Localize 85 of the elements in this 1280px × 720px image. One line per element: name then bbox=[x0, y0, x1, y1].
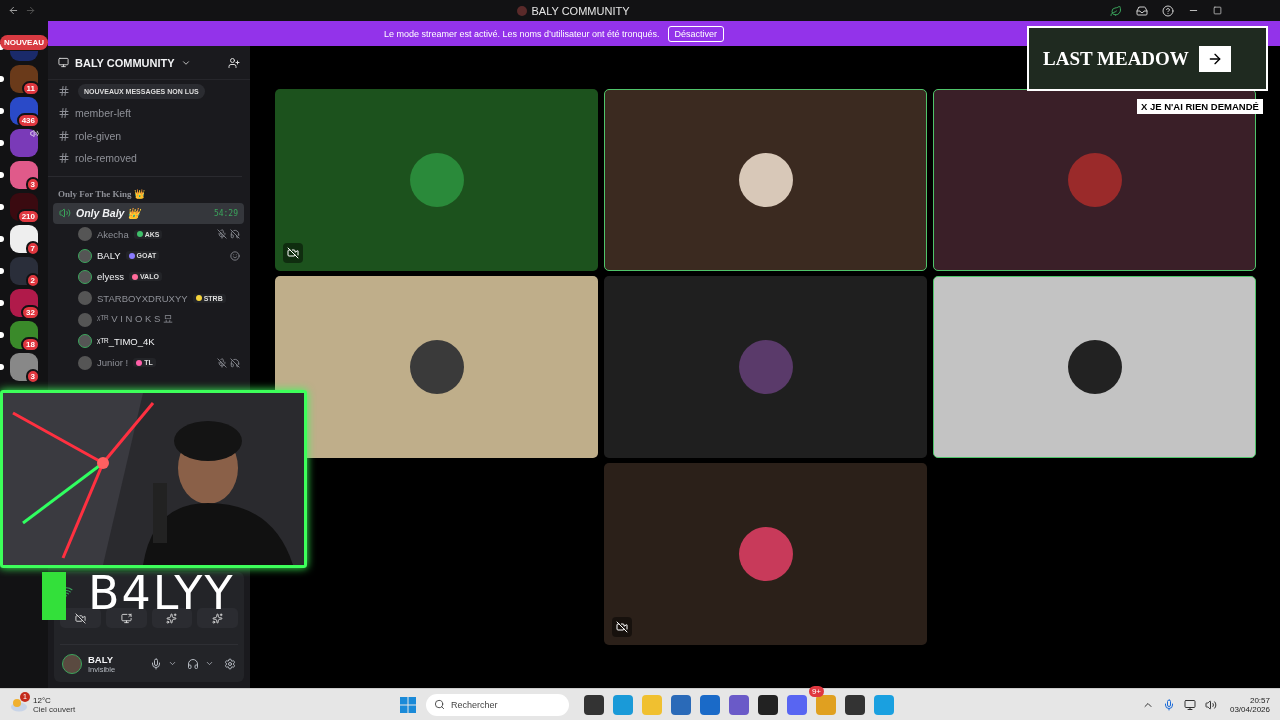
volume-icon[interactable] bbox=[1204, 698, 1217, 711]
weather-text: Ciel couvert bbox=[33, 704, 76, 714]
soundboard-button[interactable] bbox=[197, 608, 238, 628]
server-icon bbox=[516, 5, 527, 16]
avatar bbox=[1067, 340, 1122, 394]
sparkles-icon bbox=[212, 612, 224, 624]
video-tile[interactable] bbox=[933, 276, 1256, 458]
hash-icon bbox=[58, 152, 70, 165]
member-name[interactable]: BALY bbox=[97, 250, 121, 262]
member-name[interactable]: ᵡᵀᴿ V I N O K S 묘 bbox=[97, 313, 174, 327]
unread-badge: 18 bbox=[21, 337, 40, 352]
screen-share-icon bbox=[120, 612, 132, 624]
clock-time: 20:57 bbox=[1249, 695, 1270, 705]
server-icon[interactable] bbox=[10, 129, 38, 157]
temperature: 12°C bbox=[33, 695, 52, 705]
avatar bbox=[738, 153, 793, 207]
server-name[interactable]: BALY COMMUNITY bbox=[75, 56, 175, 69]
mic-icon[interactable] bbox=[150, 657, 162, 670]
ad-dismiss[interactable]: X JE N'AI RIEN DEMANDÉ bbox=[1137, 99, 1263, 114]
unread-badge: 9+ bbox=[808, 685, 824, 697]
activities-button[interactable] bbox=[151, 608, 193, 628]
member-name[interactable]: STARBOYXDRUXYY bbox=[97, 292, 188, 304]
help-icon[interactable] bbox=[1162, 4, 1174, 17]
mic-icon[interactable] bbox=[1162, 698, 1175, 711]
new-badge: NOUVEAU bbox=[0, 35, 48, 50]
maximize-icon[interactable] bbox=[1213, 6, 1222, 15]
hash-icon bbox=[58, 107, 70, 120]
channel-name[interactable]: member-left bbox=[75, 107, 131, 120]
disable-button[interactable]: Désactiver bbox=[667, 25, 725, 42]
back-icon[interactable] bbox=[8, 5, 19, 16]
ad-banner[interactable]: LAST MEADOW bbox=[1027, 26, 1268, 91]
ad-title: LAST MEADOW bbox=[1043, 47, 1189, 70]
server-icon[interactable] bbox=[10, 225, 38, 253]
avatar bbox=[738, 340, 793, 394]
video-tile[interactable] bbox=[604, 463, 927, 645]
member-name[interactable]: Junior ! bbox=[97, 357, 129, 369]
voice-channel-name: Only Baly 👑 bbox=[76, 206, 142, 220]
hash-icon bbox=[58, 129, 70, 142]
headphones-icon[interactable] bbox=[187, 657, 199, 670]
sparkles-icon bbox=[166, 612, 178, 624]
category-name[interactable]: Only For The King 👑 bbox=[48, 175, 242, 203]
server-home-icon bbox=[58, 57, 69, 68]
channel-name[interactable]: role-removed bbox=[75, 152, 137, 165]
network-icon[interactable] bbox=[1183, 698, 1196, 711]
banner-message: Le mode streamer est activé. Les noms d’utilisateur ont été tronqués. bbox=[383, 28, 660, 39]
video-tile[interactable] bbox=[275, 89, 598, 271]
windows-icon[interactable] bbox=[400, 696, 416, 713]
video-tile[interactable] bbox=[275, 276, 598, 458]
call-timer: 54:29 bbox=[213, 208, 238, 218]
avatar bbox=[1067, 153, 1122, 207]
search-icon bbox=[434, 699, 445, 710]
avatar bbox=[409, 153, 464, 207]
leaf-icon[interactable] bbox=[1110, 4, 1122, 17]
cloud-icon bbox=[10, 697, 28, 712]
member-name[interactable]: ᵡᵀᴿ_TIMO_4K bbox=[97, 335, 155, 347]
user-name: BALY bbox=[88, 653, 114, 665]
avatar[interactable] bbox=[62, 653, 82, 674]
logo-block bbox=[42, 572, 66, 620]
member-name[interactable]: Akecha bbox=[97, 228, 129, 240]
camera-off-icon bbox=[74, 612, 86, 624]
avatar bbox=[409, 340, 464, 394]
arrow-button[interactable] bbox=[1198, 45, 1231, 72]
avatar bbox=[738, 527, 793, 581]
unread-badge: 210 bbox=[16, 209, 40, 224]
camera-button[interactable] bbox=[60, 608, 101, 628]
share-screen-button[interactable] bbox=[105, 608, 147, 628]
speaker-icon bbox=[30, 129, 39, 138]
voice-channel[interactable]: Only Baly 👑 54:29 bbox=[53, 202, 244, 224]
channel-name[interactable]: role-given bbox=[75, 129, 122, 142]
member-name[interactable]: elyess bbox=[97, 271, 124, 283]
stream-name-overlay: B4LYY bbox=[88, 574, 235, 612]
speaker-icon bbox=[59, 207, 71, 219]
settings-icon[interactable] bbox=[224, 657, 236, 670]
unread-badge: 436 bbox=[16, 113, 40, 128]
window-title: BALY COMMUNITY bbox=[531, 4, 630, 17]
clock-date: 03/04/2026 bbox=[1229, 704, 1270, 714]
invite-icon[interactable] bbox=[228, 56, 240, 69]
hash-icon bbox=[58, 85, 70, 98]
unread-badge: 32 bbox=[21, 305, 40, 320]
search-field[interactable]: Rechercher bbox=[426, 693, 569, 716]
video-tile[interactable] bbox=[604, 276, 927, 458]
video-tile[interactable] bbox=[604, 89, 927, 271]
chevron-icon[interactable] bbox=[205, 659, 214, 668]
inbox-icon[interactable] bbox=[1136, 4, 1148, 17]
chevron-icon[interactable] bbox=[168, 659, 177, 668]
